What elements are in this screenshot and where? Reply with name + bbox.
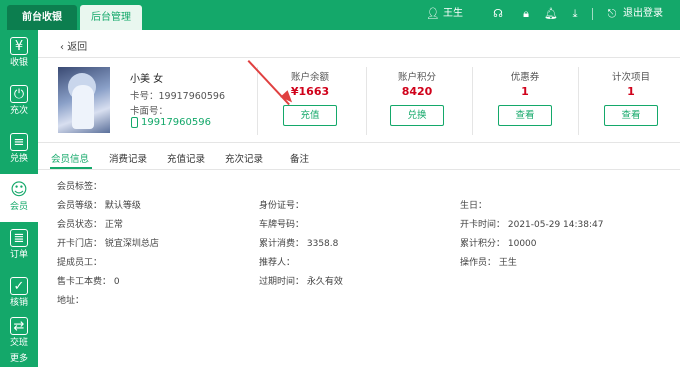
- logout-button[interactable]: 退出登录: [623, 7, 663, 21]
- sidebar-item-label: 充次: [9, 106, 28, 116]
- field-open-time: 开卡时间： 2021-05-29 14:38:47: [460, 220, 604, 230]
- tab-consume-records[interactable]: 消费记录: [109, 151, 147, 165]
- sidebar-item-label: 订单: [9, 250, 28, 260]
- member-icon: ☺: [10, 180, 28, 200]
- headset-icon[interactable]: ☊: [491, 7, 505, 21]
- sidebar: ¥ 收银 ⏻ 充次 ≡ 兑换 ☺ 会员 ≣ 订单 ✓ 核销 ⇄ 交班 更多: [0, 30, 38, 367]
- tab-front-cashier[interactable]: 前台收银: [7, 5, 77, 30]
- topbar-divider: [592, 8, 593, 20]
- field-address: 地址：: [57, 296, 85, 306]
- section-divider: [38, 142, 680, 143]
- stat-points-value: 8420: [401, 85, 433, 98]
- sidebar-item-verify[interactable]: ✓ 核销: [0, 270, 38, 318]
- verify-icon: ✓: [10, 277, 28, 295]
- stat-balance-label: 账户余额: [290, 72, 329, 83]
- field-total-points: 累计积分： 10000: [460, 239, 537, 249]
- field-card-fee: 售卡工本费： 0: [57, 277, 120, 287]
- stat-count-label: 计次项目: [611, 72, 650, 83]
- user-name[interactable]: 王生: [443, 7, 463, 21]
- power-icon: ⏻: [10, 85, 28, 103]
- header-divider: [38, 57, 680, 58]
- handover-icon: ⇄: [10, 317, 28, 335]
- recharge-button[interactable]: 充值: [283, 105, 337, 126]
- field-member-tag: 会员标签：: [57, 182, 103, 192]
- sidebar-item-label: 收银: [9, 58, 28, 68]
- field-member-level: 会员等级： 默认等级: [57, 201, 141, 211]
- logout-icon[interactable]: ⎋: [605, 7, 619, 21]
- sidebar-item-label: 兑换: [9, 154, 28, 164]
- stat-points-label: 账户积分: [397, 72, 436, 83]
- tab-divider: [38, 169, 680, 170]
- stat-divider: [472, 67, 473, 135]
- cashier-icon: ¥: [10, 37, 28, 55]
- field-member-status: 会员状态： 正常: [57, 220, 123, 230]
- sidebar-item-exchange[interactable]: ≡ 兑换: [0, 126, 38, 174]
- back-link[interactable]: ‹ 返回: [60, 38, 87, 53]
- avatar: [58, 67, 110, 133]
- sidebar-item-label: 更多: [9, 354, 28, 364]
- field-referrer: 推荐人：: [259, 258, 296, 268]
- field-total-spent: 累计消费： 3358.8: [259, 239, 339, 249]
- stat-divider: [578, 67, 579, 135]
- phone-icon: [131, 117, 138, 128]
- sidebar-item-label: 会员: [9, 202, 28, 212]
- back-label: 返回: [67, 42, 88, 53]
- orders-icon: ≣: [10, 229, 28, 247]
- stat-coupon-value: 1: [521, 85, 529, 98]
- field-id-number: 身份证号：: [259, 201, 305, 211]
- sidebar-item-handover[interactable]: ⇄ 交班: [0, 313, 38, 353]
- top-bar: 前台收银 后台管理 👤︎ 王生 ☊ 🔒︎ 🔔︎ ⤓ ⎋ 退出登录: [0, 0, 680, 30]
- user-icon[interactable]: 👤︎: [426, 7, 440, 21]
- stat-coupon-label: 优惠券: [510, 72, 540, 83]
- field-expiry: 过期时间： 永久有效: [259, 277, 343, 287]
- sidebar-item-recharge[interactable]: ⏻ 充次: [0, 78, 38, 126]
- sidebar-item-more[interactable]: 更多: [0, 352, 38, 367]
- field-open-store: 开卡门店： 锐宜深圳总店: [57, 239, 159, 249]
- sidebar-item-label: 核销: [9, 298, 28, 308]
- lock-icon[interactable]: 🔒︎: [519, 7, 533, 21]
- stat-divider: [257, 67, 258, 135]
- database-icon: ≡: [10, 133, 28, 151]
- tab-notes[interactable]: 备注: [290, 151, 309, 165]
- tab-backend-admin[interactable]: 后台管理: [80, 5, 142, 30]
- sidebar-item-cashier[interactable]: ¥ 收银: [0, 30, 38, 78]
- customer-name: 小美 女: [130, 74, 164, 85]
- view-coupon-button[interactable]: 查看: [498, 105, 552, 126]
- field-birthday: 生日：: [460, 201, 488, 211]
- tab-recharge-records[interactable]: 充值记录: [167, 151, 205, 165]
- customer-face-number: 卡面号：: [130, 106, 169, 117]
- download-icon[interactable]: ⤓: [568, 7, 582, 21]
- view-count-button[interactable]: 查看: [604, 105, 658, 126]
- field-plate-number: 车牌号码：: [259, 220, 305, 230]
- exchange-button[interactable]: 兑换: [390, 105, 444, 126]
- field-commission-staff: 提成员工：: [57, 258, 103, 268]
- customer-card-number: 卡号：19917960596: [130, 91, 225, 102]
- stat-count-value: 1: [627, 85, 635, 98]
- sidebar-item-orders[interactable]: ≣ 订单: [0, 222, 38, 270]
- tab-count-records[interactable]: 充次记录: [225, 151, 263, 165]
- tab-member-info[interactable]: 会员信息: [51, 151, 89, 165]
- sidebar-item-label: 交班: [9, 338, 28, 348]
- bell-icon[interactable]: 🔔︎: [544, 7, 558, 21]
- customer-phone[interactable]: 19917960596: [141, 117, 211, 128]
- field-operator: 操作员： 王生: [460, 258, 517, 268]
- sidebar-item-member[interactable]: ☺ 会员: [0, 174, 38, 222]
